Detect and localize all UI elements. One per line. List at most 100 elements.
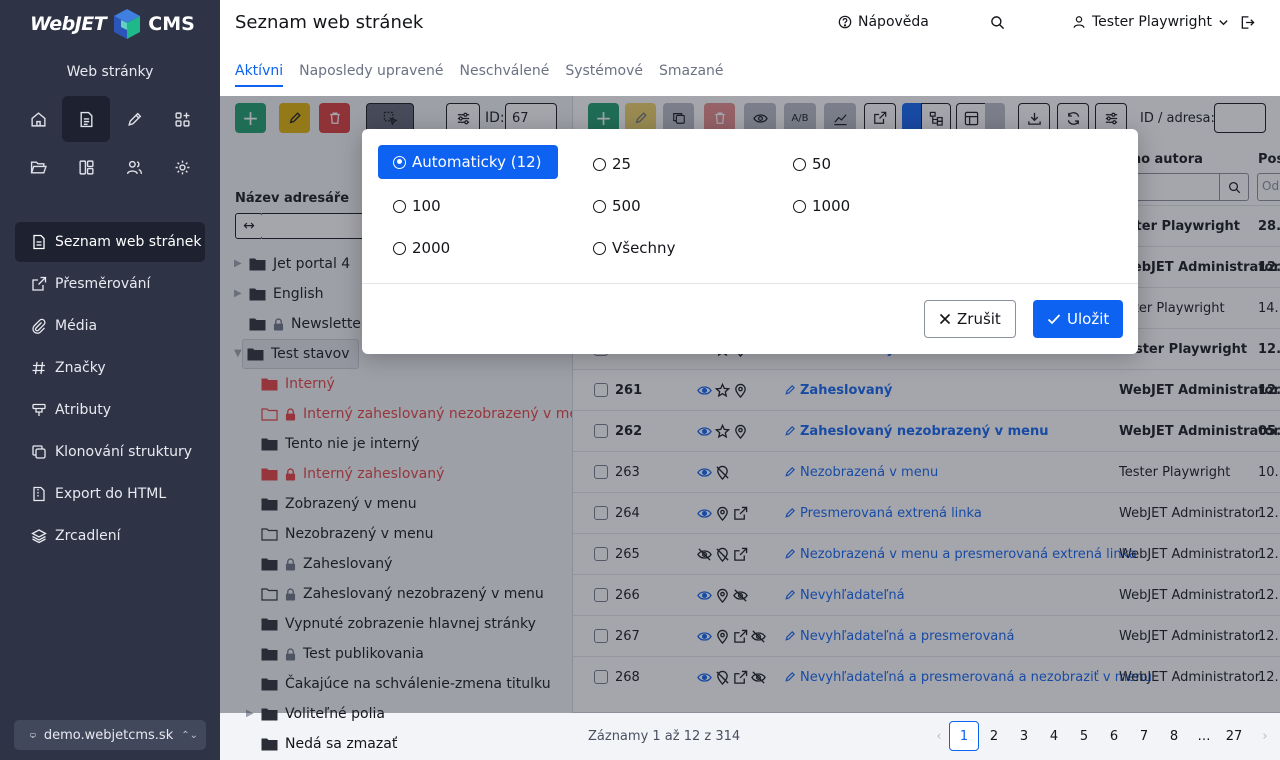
hash-icon <box>32 361 45 375</box>
question-circle-icon <box>838 15 852 29</box>
option-automatic[interactable]: Automaticky (12) <box>378 145 558 179</box>
page-button[interactable]: 4 <box>1039 721 1069 751</box>
logout-button[interactable] <box>1240 15 1255 34</box>
tab-active[interactable]: Aktívni <box>235 63 284 87</box>
option-1000[interactable]: 1000 <box>778 189 850 223</box>
option-label: Automaticky (12) <box>412 153 542 171</box>
sidebar-item-attributes[interactable]: Atributy <box>15 390 205 430</box>
domain-selector[interactable]: demo.webjetcms.sk ⌃⌄ <box>14 720 206 750</box>
tab-unapproved[interactable]: Neschválené <box>460 63 550 87</box>
user-icon <box>1073 16 1085 28</box>
copy-icon <box>32 445 46 459</box>
sidebar-item-media[interactable]: Média <box>15 306 205 346</box>
search-icon <box>991 16 1005 30</box>
sidebar-item-label: Seznam web stránek <box>55 234 202 250</box>
radio-icon <box>593 241 606 255</box>
sidebar: WebJET CMS Web stránky Seznam web stráne… <box>0 0 220 760</box>
option-label: 2000 <box>412 239 451 257</box>
help-label: Nápověda <box>858 14 929 30</box>
page-button[interactable]: 5 <box>1069 721 1099 751</box>
option-500[interactable]: 500 <box>578 189 641 223</box>
radio-icon <box>393 199 406 213</box>
sidebar-item-clone-structure[interactable]: Klonování struktury <box>15 432 205 472</box>
folder-open-icon[interactable] <box>14 144 62 190</box>
filter-icon <box>32 403 46 416</box>
option-100[interactable]: 100 <box>378 189 441 223</box>
page-ellipsis: … <box>1197 728 1211 744</box>
pages-icon[interactable] <box>62 96 110 142</box>
home-icon[interactable] <box>14 96 62 142</box>
sidebar-item-label: Atributy <box>55 402 111 418</box>
sidebar-item-label: Značky <box>55 360 106 376</box>
module-icons-row-1 <box>14 96 206 142</box>
option-all[interactable]: Všechny <box>578 231 675 265</box>
radio-icon <box>793 199 806 213</box>
edit-icon[interactable] <box>110 96 158 142</box>
page-button[interactable]: 27 <box>1219 721 1249 751</box>
stack-icon <box>31 529 47 544</box>
radio-icon <box>593 157 606 171</box>
radio-icon <box>793 157 806 171</box>
section-title: Web stránky <box>66 64 154 80</box>
sidebar-item-web-pages[interactable]: Seznam web stránek <box>15 222 205 262</box>
cancel-button[interactable]: Zrušit <box>924 300 1016 338</box>
domain-label: demo.webjetcms.sk <box>43 727 174 743</box>
save-label: Uložit <box>1067 310 1110 328</box>
settings-icon[interactable] <box>158 144 206 190</box>
sidebar-item-tags[interactable]: Značky <box>15 348 205 388</box>
user-name: Tester Playwright <box>1092 14 1212 30</box>
logo-text-left: WebJET <box>30 13 107 35</box>
sidebar-item-label: Klonování struktury <box>55 444 193 460</box>
apps-icon[interactable] <box>158 96 206 142</box>
sidebar-item-label: Přesměrování <box>55 276 151 292</box>
option-label: Všechny <box>612 239 676 257</box>
close-icon <box>939 313 951 325</box>
sidebar-item-redirects[interactable]: Přesměrování <box>15 264 205 304</box>
option-25[interactable]: 25 <box>578 147 631 181</box>
page-button[interactable]: 7 <box>1129 721 1159 751</box>
tab-system[interactable]: Systémové <box>565 63 643 87</box>
page-button[interactable]: 8 <box>1159 721 1189 751</box>
tab-deleted[interactable]: Smazané <box>659 63 724 87</box>
tree-item-label: Nedá sa zmazať <box>285 736 398 752</box>
chevron-up-down-icon: ⌃⌄ <box>181 729 198 741</box>
option-label: 25 <box>612 155 632 173</box>
search-button[interactable] <box>990 15 1005 34</box>
folder-icon <box>261 738 278 751</box>
tab-recently-edited[interactable]: Naposledy upravené <box>299 63 443 87</box>
save-button[interactable]: Uložit <box>1033 300 1124 338</box>
paperclip-icon <box>32 318 46 334</box>
module-icons-row-2 <box>14 144 206 190</box>
sidebar-item-export-html[interactable]: Export do HTML <box>15 474 205 514</box>
page-button[interactable]: 1 <box>949 721 979 751</box>
tabs: Aktívni Naposledy upravené Neschválené S… <box>235 63 724 87</box>
users-icon[interactable] <box>110 144 158 190</box>
pagination: Záznamy 1 až 12 z 314 ‹ 1 2 3 4 5 6 7 8 … 27 › <box>572 712 1280 760</box>
radio-icon <box>393 241 406 255</box>
radio-checked-icon <box>393 155 406 169</box>
option-50[interactable]: 50 <box>778 147 831 181</box>
monitor-icon <box>30 732 36 738</box>
sidebar-item-label: Export do HTML <box>55 486 167 502</box>
page-button[interactable]: 3 <box>1009 721 1039 751</box>
option-label: 1000 <box>812 197 851 215</box>
chevron-left-icon: ‹ <box>936 728 942 744</box>
help-link[interactable]: Nápověda <box>838 14 929 30</box>
sidebar-item-label: Zrcadlení <box>55 528 121 544</box>
file-zip-icon <box>33 486 45 502</box>
logo-text-right: CMS <box>148 13 195 35</box>
page-button[interactable]: 6 <box>1099 721 1129 751</box>
chevron-right-icon: › <box>1262 728 1268 744</box>
next-page-button[interactable]: › <box>1250 721 1280 751</box>
page-button[interactable]: 2 <box>979 721 1009 751</box>
option-2000[interactable]: 2000 <box>378 231 450 265</box>
check-icon <box>1047 314 1061 325</box>
dialog-divider <box>362 283 1138 284</box>
user-menu[interactable]: Tester Playwright <box>1072 14 1229 30</box>
layout-icon[interactable] <box>62 144 110 190</box>
tree-item[interactable]: Nedá sa zmazať <box>261 729 397 759</box>
logo-cube-icon <box>114 9 141 39</box>
option-label: 50 <box>812 155 832 173</box>
logo[interactable]: WebJET CMS <box>30 8 195 40</box>
sidebar-item-mirroring[interactable]: Zrcadlení <box>15 516 205 556</box>
